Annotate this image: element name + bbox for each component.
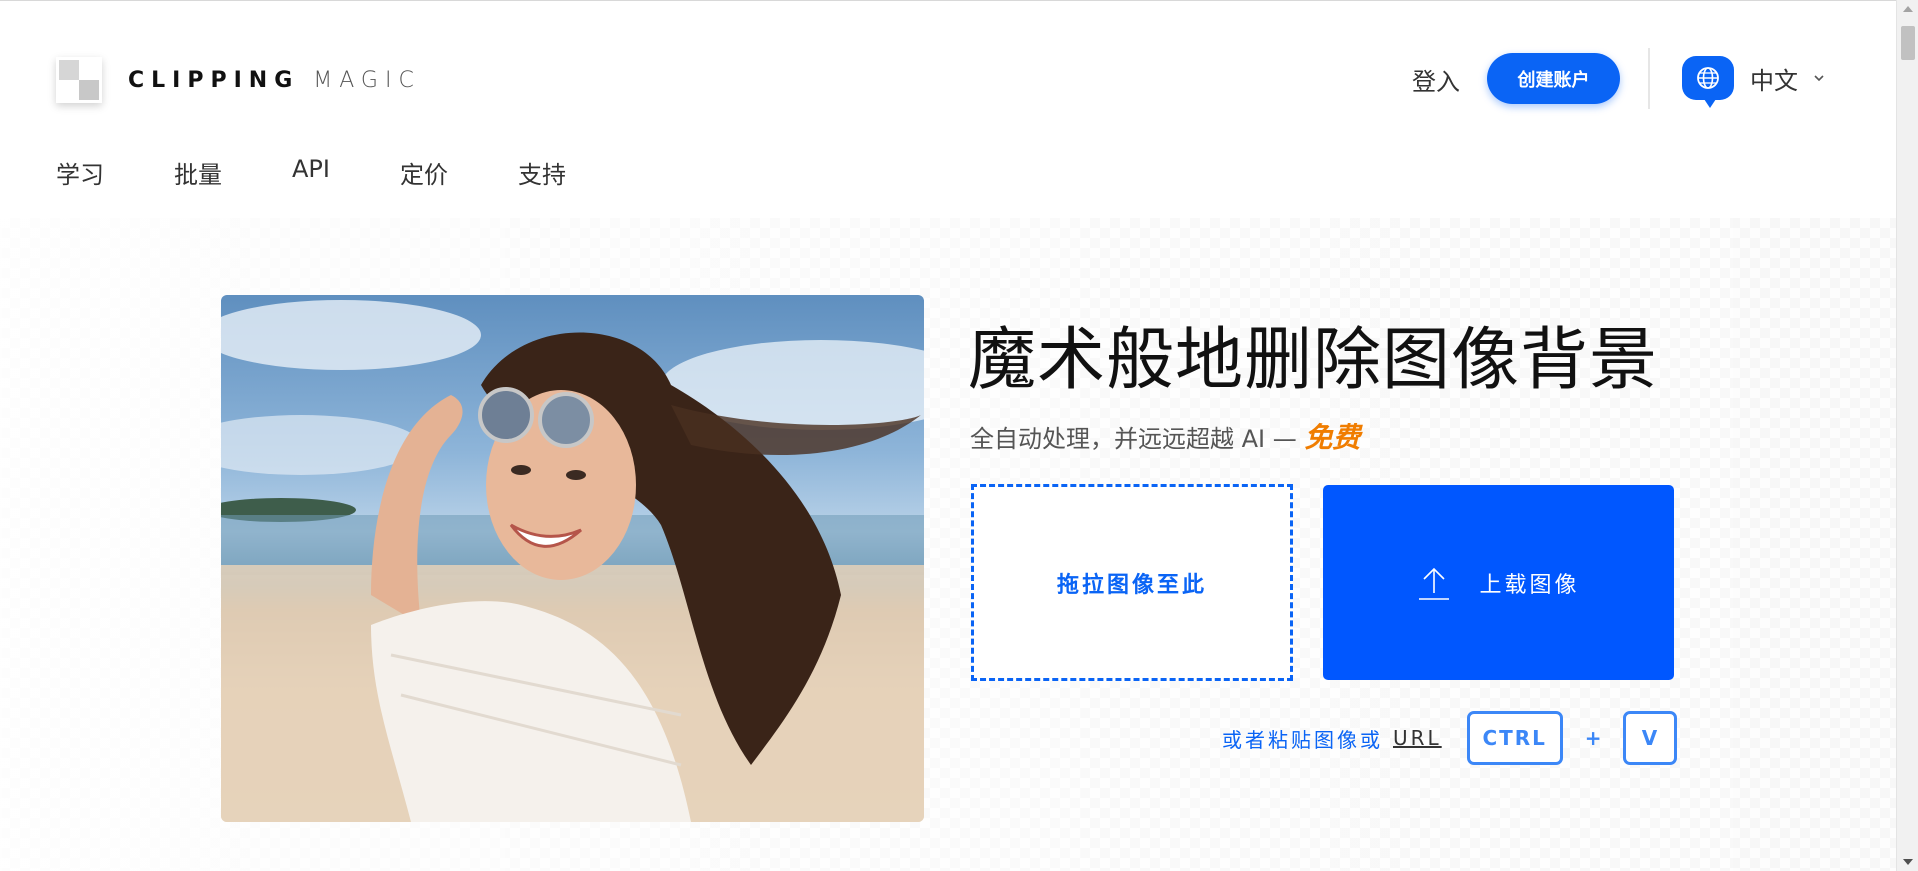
vertical-scrollbar[interactable] [1896,0,1918,871]
scrollbar-thumb[interactable] [1901,26,1915,60]
upload-image-label: 上载图像 [1479,572,1580,598]
v-key-badge: V [1623,711,1678,765]
logo-word-bold: CLIPPING [128,67,300,93]
header-divider [1648,48,1650,109]
globe-icon [1682,56,1734,108]
language-selector[interactable]: 中文 [1682,56,1826,108]
upload-arrow-icon [1419,567,1450,600]
paste-hint-text: 或者粘贴图像或 [1222,727,1383,752]
hero-subtitle-text: 全自动处理，并远远超越 AI — [970,425,1297,453]
drop-zone[interactable]: 拖拉图像至此 [971,484,1293,681]
logo-mark-icon [56,57,102,103]
page: CLIPPING MAGIC 登入 创建账户 中文 学习 批量 API 定价 支… [0,0,1918,871]
nav-item-api[interactable]: API [292,155,330,190]
hero-subtitle: 全自动处理，并远远超越 AI — 免费 [970,416,1360,456]
scroll-down-icon[interactable] [1903,859,1913,865]
create-account-button[interactable]: 创建账户 [1487,53,1620,104]
scroll-up-icon[interactable] [1903,6,1913,12]
chevron-down-icon [1814,75,1824,82]
drop-zone-label: 拖拉图像至此 [1056,572,1207,598]
hero-photo [221,295,924,822]
logo-wordmark: CLIPPING MAGIC [128,68,421,93]
nav-item-pricing[interactable]: 定价 [400,155,448,190]
free-highlight: 免费 [1304,421,1361,454]
logo[interactable]: CLIPPING MAGIC [56,57,421,103]
logo-word-light: MAGIC [313,67,421,93]
main-nav: 学习 批量 API 定价 支持 [56,155,636,190]
nav-item-bulk[interactable]: 批量 [174,155,222,190]
paste-url-link[interactable]: URL [1393,726,1442,750]
upload-image-button[interactable]: 上载图像 [1323,485,1674,680]
page-title: 魔术般地删除图像背景 [968,321,1659,400]
nav-item-support[interactable]: 支持 [518,155,566,190]
login-link[interactable]: 登入 [1412,62,1460,97]
paste-hint: 或者粘贴图像或 URL CTRL + V [1222,711,1678,765]
top-border [0,0,1896,1]
key-plus-sign: + [1584,726,1602,750]
language-label: 中文 [1750,66,1798,95]
ctrl-key-badge: CTRL [1466,711,1563,765]
nav-item-learn[interactable]: 学习 [56,155,104,190]
